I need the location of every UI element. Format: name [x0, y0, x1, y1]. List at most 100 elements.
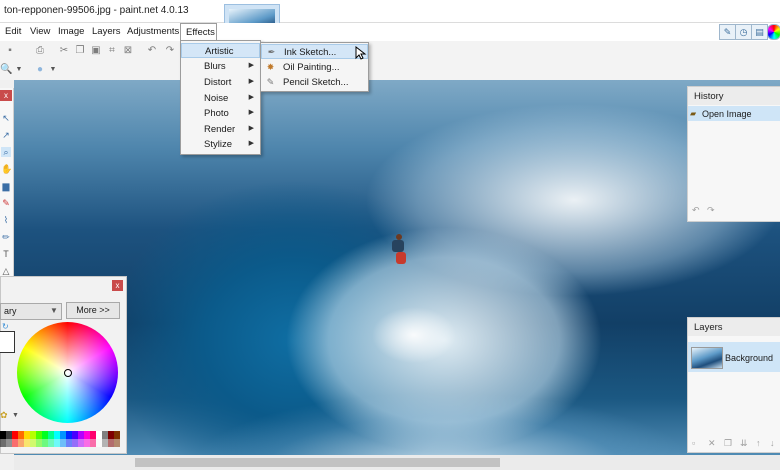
swap-colors-icon[interactable]: ↻ [2, 322, 9, 331]
duplicate-layer-icon[interactable]: ❐ [724, 438, 732, 449]
effects-item-stylize[interactable]: Stylize ▶ [181, 137, 260, 152]
more-button[interactable]: More >> [66, 302, 120, 319]
shape-tool-icon[interactable]: △ [1, 266, 11, 276]
brush-icon: ✒ [267, 47, 276, 57]
submenu-arrow-icon: ▶ [248, 109, 254, 116]
print-icon[interactable]: ⎙ [34, 45, 46, 57]
layers-panel [687, 317, 780, 453]
effects-item-blurs[interactable]: Blurs ▶ [181, 59, 260, 74]
eraser-icon[interactable]: ✎ [1, 198, 11, 208]
effects-item-render[interactable]: Render ▶ [181, 122, 260, 137]
copy-icon[interactable]: ❐ [74, 45, 86, 57]
colors-toggle-icon[interactable] [767, 24, 780, 40]
menu-adjustments[interactable]: Adjustments [127, 26, 179, 37]
menu-layers[interactable]: Layers [92, 26, 121, 37]
effects-menu: Artistic Blurs ▶ Distort ▶ Noise ▶ Photo… [180, 40, 261, 155]
effects-item-label: Render [204, 124, 236, 135]
menu-image[interactable]: Image [58, 26, 84, 37]
submenu-item-pencil-sketch[interactable]: ✎ Pencil Sketch... [261, 75, 368, 90]
surfer-legs [396, 252, 406, 264]
zoom-icon[interactable]: ⌕ [1, 147, 11, 157]
colors-close-button[interactable]: x [112, 280, 123, 291]
tools-toggle-icon[interactable]: ✎ [719, 24, 736, 40]
delete-layer-icon[interactable]: ✕ [708, 438, 716, 449]
primary-color-swatch[interactable] [0, 331, 15, 353]
horizontal-scrollbar-thumb[interactable] [135, 458, 500, 467]
zoom-tool-icon[interactable]: 🔍 [0, 64, 12, 76]
effects-item-artistic[interactable]: Artistic [181, 43, 260, 58]
brush-tool-icon[interactable]: ⌇ [1, 215, 11, 225]
effects-item-photo[interactable]: Photo ▶ [181, 106, 260, 121]
history-redo-icon[interactable]: ↷ [707, 205, 715, 216]
redo-icon[interactable]: ↷ [164, 45, 176, 57]
cut-icon[interactable]: ✂ [58, 45, 70, 57]
palette-swatch[interactable] [114, 431, 120, 439]
color-palette[interactable] [0, 431, 120, 447]
effects-item-label: Photo [204, 108, 229, 119]
history-toggle-icon[interactable]: ◷ [735, 24, 752, 40]
submenu-item-label: Ink Sketch... [284, 47, 337, 58]
submenu-item-label: Pencil Sketch... [283, 77, 349, 88]
layers-toggle-icon[interactable]: ▤ [751, 24, 768, 40]
undo-icon[interactable]: ↶ [146, 45, 158, 57]
layers-title: Layers [694, 322, 723, 333]
submenu-item-ink-sketch[interactable]: ✒ Ink Sketch... [261, 44, 368, 59]
effects-item-distort[interactable]: Distort ▶ [181, 75, 260, 90]
effects-item-label: Noise [204, 93, 229, 104]
tools-panel: ↖ ↗ ⌕ ✋ ▆ ✎ ⌇ ✏ T △ [0, 88, 14, 284]
surfer-figure [388, 232, 410, 272]
menu-edit[interactable]: Edit [5, 26, 21, 37]
primary-select-label: ary [4, 306, 17, 316]
effects-item-label: Distort [204, 77, 232, 88]
palette-dropdown-icon[interactable]: ▼ [12, 412, 19, 419]
antialias-icon[interactable]: ● [34, 64, 46, 76]
text-tool-icon[interactable]: T [1, 249, 11, 259]
move-selection-icon[interactable]: ↖ [1, 113, 11, 123]
effects-item-label: Stylize [204, 139, 232, 150]
main-toolbar: ▪ ⎙ ✂ ❐ ▣ ⌗ ⊠ ↶ ↷ [0, 41, 780, 62]
effects-item-noise[interactable]: Noise ▶ [181, 91, 260, 106]
window-title: ton-repponen-99506.jpg - paint.net 4.0.1… [4, 5, 189, 16]
submenu-arrow-icon: ▶ [248, 94, 254, 101]
color-wheel-cursor[interactable] [64, 369, 72, 377]
paste-icon[interactable]: ▣ [90, 45, 102, 57]
effects-item-label: Blurs [204, 61, 226, 72]
effects-item-label: Artistic [205, 46, 234, 57]
paint-bucket-icon[interactable]: ▆ [1, 181, 11, 191]
save-icon[interactable]: ▪ [4, 45, 16, 57]
move-layer-down-icon[interactable]: ↓ [770, 438, 775, 448]
pan-icon[interactable]: ✋ [1, 164, 12, 174]
chevron-down-icon[interactable]: ▼ [50, 306, 58, 315]
submenu-arrow-icon: ▶ [248, 78, 254, 85]
layer-name: Background [725, 353, 774, 363]
palette-icon: ✸ [266, 62, 275, 72]
history-title: History [694, 91, 724, 102]
tool-options-toolbar: 🔍 ▼ ● ▼ [0, 61, 780, 80]
submenu-arrow-icon: ▶ [248, 125, 254, 132]
menu-view[interactable]: View [30, 26, 50, 37]
crop-icon[interactable]: ⌗ [106, 45, 118, 57]
history-item-label: Open Image [702, 109, 752, 119]
open-image-icon: ▰ [690, 109, 697, 118]
merge-layer-icon[interactable]: ⇊ [740, 438, 748, 449]
submenu-arrow-icon: ▶ [248, 140, 254, 147]
menu-bar: Edit View Image Layers Adjustments [0, 23, 780, 41]
pencil-tool-icon[interactable]: ✏ [1, 232, 11, 242]
palette-menu-icon[interactable]: ✿ [0, 410, 8, 421]
move-selected-icon[interactable]: ↗ [1, 130, 11, 140]
layer-thumbnail [691, 347, 723, 369]
palette-swatch[interactable] [114, 439, 120, 447]
history-undo-icon[interactable]: ↶ [692, 205, 700, 216]
surfer-body [392, 240, 404, 252]
artistic-submenu: ✒ Ink Sketch... ✸ Oil Painting... ✎ Penc… [260, 42, 369, 92]
deselect-icon[interactable]: ⊠ [122, 45, 134, 57]
submenu-item-label: Oil Painting... [283, 62, 340, 73]
add-layer-icon[interactable]: ▫ [692, 438, 695, 448]
submenu-item-oil-painting[interactable]: ✸ Oil Painting... [261, 60, 368, 75]
menu-effects-label: Effects [186, 27, 215, 38]
move-layer-up-icon[interactable]: ↑ [756, 438, 761, 448]
tools-close-button[interactable]: x [0, 90, 12, 101]
zoom-dropdown-icon[interactable]: ▼ [13, 64, 25, 76]
submenu-arrow-icon: ▶ [248, 62, 254, 69]
antialias-dropdown-icon[interactable]: ▼ [47, 64, 59, 76]
